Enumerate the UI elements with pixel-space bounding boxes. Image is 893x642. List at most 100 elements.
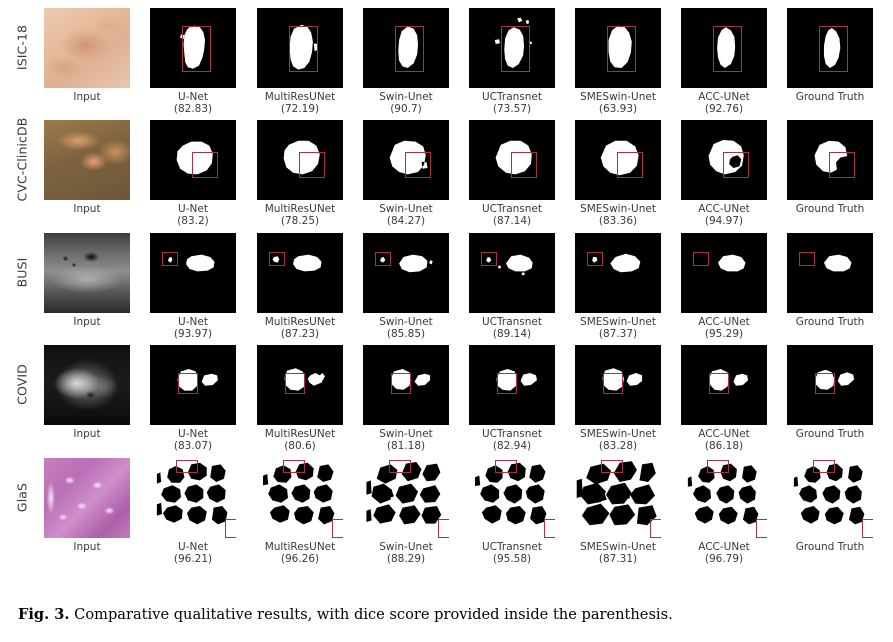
segmentation-mask xyxy=(575,120,661,200)
segmentation-mask xyxy=(150,8,236,88)
dice-score: (90.7) xyxy=(390,103,422,116)
method-label: SMESwin-Unet xyxy=(580,541,656,553)
dice-score: (95.29) xyxy=(704,328,744,341)
method-label: U-Net xyxy=(178,541,208,553)
method-label: Input xyxy=(73,91,101,103)
dice-score: (82.83) xyxy=(173,103,213,116)
method-label: Swin-Unet xyxy=(379,203,433,215)
panel-caption: MultiResUNet (87.23) xyxy=(245,316,355,340)
panel-glas-swinunet xyxy=(363,458,449,538)
panel-covid-swinunet xyxy=(363,345,449,425)
dice-score: (83.2) xyxy=(177,215,209,228)
dice-score: (87.14) xyxy=(492,215,532,228)
panel-covid-input xyxy=(44,345,130,425)
segmentation-mask xyxy=(787,120,873,200)
panel-caption: MultiResUNet (72.19) xyxy=(245,91,355,115)
panel-covid-multiresunet xyxy=(257,345,343,425)
dice-score: (88.29) xyxy=(386,553,426,566)
method-label: UCTransnet xyxy=(482,316,542,328)
panel-caption: UCTransnet (73.57) xyxy=(457,91,567,115)
segmentation-mask xyxy=(150,120,236,200)
method-label: SMESwin-Unet xyxy=(580,91,656,103)
panel-caption: SMESwin-Unet (87.31) xyxy=(563,541,673,565)
method-label: MultiResUNet xyxy=(264,428,336,440)
panel-caption: Ground Truth xyxy=(775,316,885,328)
method-label: Swin-Unet xyxy=(379,316,433,328)
method-label: ACC-UNet xyxy=(698,316,750,328)
method-label: Ground Truth xyxy=(795,316,865,328)
panel-caption: SMESwin-Unet (87.37) xyxy=(563,316,673,340)
segmentation-mask xyxy=(150,233,236,313)
dice-score: (94.97) xyxy=(704,215,744,228)
panel-cvc-clinicdb-swinunet xyxy=(363,120,449,200)
panel-isic-18-smeswinunet xyxy=(575,8,661,88)
panel-isic-18-multiresunet xyxy=(257,8,343,88)
panel-glas-smeswinunet xyxy=(575,458,661,538)
method-label: ACC-UNet xyxy=(698,203,750,215)
panel-caption: UCTransnet (89.14) xyxy=(457,316,567,340)
panel-isic-18-accunet xyxy=(681,8,767,88)
segmentation-mask xyxy=(575,8,661,88)
segmentation-mask xyxy=(787,345,873,425)
dice-score: (96.79) xyxy=(704,553,744,566)
method-label: SMESwin-Unet xyxy=(580,316,656,328)
row-label-isic-18: ISIC-18 xyxy=(14,24,30,71)
panel-busi-multiresunet xyxy=(257,233,343,313)
panel-caption: MultiResUNet (78.25) xyxy=(245,203,355,227)
segmentation-mask xyxy=(575,458,661,538)
segmentation-mask xyxy=(681,458,767,538)
method-label: Ground Truth xyxy=(795,541,865,553)
row-label-glas: GlaS xyxy=(14,482,30,513)
method-label: U-Net xyxy=(178,91,208,103)
panel-covid-uctransnet xyxy=(469,345,555,425)
panel-caption: ACC-UNet (94.97) xyxy=(669,203,779,227)
panel-busi-unet xyxy=(150,233,236,313)
method-label: SMESwin-Unet xyxy=(580,428,656,440)
segmentation-mask xyxy=(469,8,555,88)
dice-score: (78.25) xyxy=(280,215,320,228)
segmentation-mask xyxy=(787,458,873,538)
input-image-ct xyxy=(44,345,130,425)
method-label: Input xyxy=(73,541,101,553)
panel-cvc-clinicdb-multiresunet xyxy=(257,120,343,200)
dice-score: (84.27) xyxy=(386,215,426,228)
method-label: MultiResUNet xyxy=(264,316,336,328)
segmentation-mask xyxy=(681,345,767,425)
dice-score: (80.6) xyxy=(284,440,316,453)
panel-covid-unet xyxy=(150,345,236,425)
panel-busi-input xyxy=(44,233,130,313)
method-label: Swin-Unet xyxy=(379,541,433,553)
dice-score: (85.85) xyxy=(386,328,426,341)
panel-glas-uctransnet xyxy=(469,458,555,538)
panel-cvc-clinicdb-unet xyxy=(150,120,236,200)
panel-covid-gt xyxy=(787,345,873,425)
dice-score: (81.18) xyxy=(386,440,426,453)
panel-caption: MultiResUNet (80.6) xyxy=(245,428,355,452)
panel-caption: Ground Truth xyxy=(775,203,885,215)
method-label: Input xyxy=(73,316,101,328)
dice-score: (87.31) xyxy=(598,553,638,566)
panel-caption: U-Net (83.07) xyxy=(138,428,248,452)
panel-cvc-clinicdb-input xyxy=(44,120,130,200)
panel-caption: Input xyxy=(32,316,142,328)
method-label: UCTransnet xyxy=(482,203,542,215)
method-label: Ground Truth xyxy=(795,428,865,440)
panel-caption: Ground Truth xyxy=(775,541,885,553)
panel-caption: U-Net (96.21) xyxy=(138,541,248,565)
segmentation-mask xyxy=(363,458,449,538)
panel-caption: ACC-UNet (95.29) xyxy=(669,316,779,340)
panel-caption: ACC-UNet (96.79) xyxy=(669,541,779,565)
method-label: MultiResUNet xyxy=(264,203,336,215)
method-label: Input xyxy=(73,203,101,215)
segmentation-mask xyxy=(363,345,449,425)
panel-caption: Ground Truth xyxy=(775,428,885,440)
panel-busi-uctransnet xyxy=(469,233,555,313)
segmentation-mask xyxy=(257,120,343,200)
panel-caption: UCTransnet (82.94) xyxy=(457,428,567,452)
panel-caption: UCTransnet (95.58) xyxy=(457,541,567,565)
dice-score: (86.18) xyxy=(704,440,744,453)
panel-caption: Swin-Unet (84.27) xyxy=(351,203,461,227)
method-label: Ground Truth xyxy=(795,203,865,215)
dice-score: (82.94) xyxy=(492,440,532,453)
dice-score: (72.19) xyxy=(280,103,320,116)
